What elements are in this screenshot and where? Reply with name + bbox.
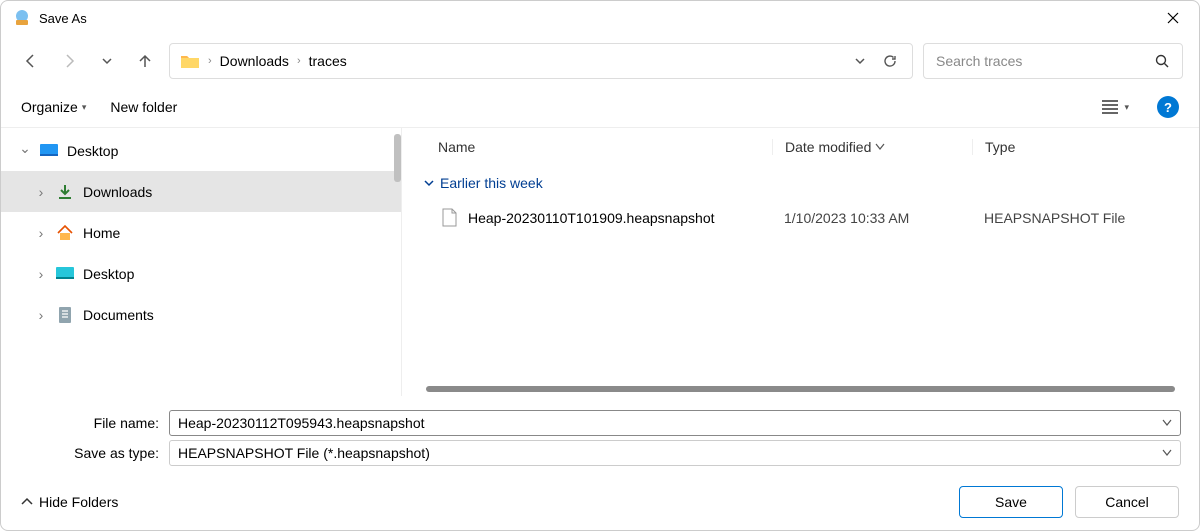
chevron-right-icon: › xyxy=(208,55,212,67)
sidebar-item-label: Desktop xyxy=(83,266,134,282)
search-icon xyxy=(1155,54,1170,69)
cancel-button[interactable]: Cancel xyxy=(1075,486,1179,518)
refresh-button[interactable] xyxy=(878,49,902,73)
caret-down-icon: ▾ xyxy=(82,102,87,113)
list-view-icon xyxy=(1102,100,1118,114)
save-button[interactable]: Save xyxy=(959,486,1063,518)
toolbar: Organize ▾ New folder ▾ ? xyxy=(1,87,1199,127)
sidebar-item-downloads[interactable]: Downloads xyxy=(1,171,401,212)
titlebar: Save As xyxy=(1,1,1199,35)
app-icon xyxy=(13,9,31,27)
folder-icon xyxy=(180,53,200,69)
main-area: Desktop Downloads Home Desktop Documents xyxy=(1,127,1199,396)
filename-field[interactable] xyxy=(169,410,1181,436)
desktop-icon xyxy=(39,142,59,160)
sidebar-item-documents[interactable]: Documents xyxy=(1,294,401,335)
type-label: Save as type: xyxy=(19,445,159,461)
chevron-right-icon: › xyxy=(297,55,301,67)
filename-input[interactable] xyxy=(178,415,1162,431)
search-input[interactable] xyxy=(936,53,1155,69)
file-date: 1/10/2023 10:33 AM xyxy=(772,210,972,226)
recent-dropdown[interactable] xyxy=(93,47,121,75)
breadcrumb-traces[interactable]: traces xyxy=(309,53,347,69)
filename-dropdown[interactable] xyxy=(1162,419,1172,427)
navbar: › Downloads › traces xyxy=(1,35,1199,87)
help-button[interactable]: ? xyxy=(1157,96,1179,118)
column-headers: Name Date modified Type xyxy=(402,128,1199,166)
chevron-up-icon xyxy=(21,497,33,507)
chevron-right-icon[interactable] xyxy=(35,184,47,200)
caret-down-icon: ▾ xyxy=(1124,102,1129,113)
chevron-down-icon xyxy=(424,178,434,188)
group-header[interactable]: Earlier this week xyxy=(402,166,1199,200)
type-field[interactable] xyxy=(169,440,1181,466)
desktop-icon xyxy=(55,265,75,283)
sidebar: Desktop Downloads Home Desktop Documents xyxy=(1,128,401,396)
hide-folders-button[interactable]: Hide Folders xyxy=(21,494,118,510)
up-button[interactable] xyxy=(131,47,159,75)
sidebar-item-desktop[interactable]: Desktop xyxy=(1,130,401,171)
column-header-name[interactable]: Name xyxy=(402,139,772,155)
type-dropdown[interactable] xyxy=(1162,449,1172,457)
sidebar-scrollbar[interactable] xyxy=(394,134,401,182)
new-folder-button[interactable]: New folder xyxy=(110,99,177,115)
column-header-date[interactable]: Date modified xyxy=(772,139,972,155)
file-row[interactable]: Heap-20230110T101909.heapsnapshot 1/10/2… xyxy=(402,200,1199,236)
file-type: HEAPSNAPSHOT File xyxy=(972,210,1199,226)
save-as-dialog: Save As › Downloads › traces xyxy=(0,0,1200,531)
chevron-right-icon[interactable] xyxy=(35,225,47,241)
document-icon xyxy=(55,306,75,324)
column-header-type[interactable]: Type xyxy=(972,139,1199,155)
chevron-right-icon[interactable] xyxy=(35,307,47,323)
address-dropdown[interactable] xyxy=(850,51,870,71)
sidebar-item-label: Documents xyxy=(83,307,154,323)
filename-label: File name: xyxy=(19,415,159,431)
close-button[interactable] xyxy=(1159,8,1187,28)
sidebar-item-label: Downloads xyxy=(83,184,152,200)
organize-menu[interactable]: Organize ▾ xyxy=(21,99,86,115)
window-title: Save As xyxy=(39,11,87,26)
file-icon xyxy=(442,208,458,228)
dialog-footer: Hide Folders Save Cancel xyxy=(1,474,1199,530)
sidebar-item-desktop-2[interactable]: Desktop xyxy=(1,253,401,294)
sort-desc-icon xyxy=(875,143,885,151)
file-list-pane: Name Date modified Type Earlier this wee… xyxy=(401,128,1199,396)
sidebar-item-home[interactable]: Home xyxy=(1,212,401,253)
address-bar[interactable]: › Downloads › traces xyxy=(169,43,913,79)
chevron-down-icon[interactable] xyxy=(19,142,31,159)
save-inputs: File name: Save as type: xyxy=(1,396,1199,474)
type-input[interactable] xyxy=(178,445,1162,461)
back-button[interactable] xyxy=(17,47,45,75)
view-options-button[interactable]: ▾ xyxy=(1098,96,1133,118)
search-box[interactable] xyxy=(923,43,1183,79)
chevron-right-icon[interactable] xyxy=(35,266,47,282)
sidebar-item-label: Home xyxy=(83,225,120,241)
download-icon xyxy=(55,183,75,201)
sidebar-item-label: Desktop xyxy=(67,143,118,159)
breadcrumb-downloads[interactable]: Downloads xyxy=(220,53,289,69)
home-icon xyxy=(55,224,75,242)
horizontal-scrollbar[interactable] xyxy=(426,386,1175,392)
file-name: Heap-20230110T101909.heapsnapshot xyxy=(468,210,715,226)
forward-button[interactable] xyxy=(55,47,83,75)
